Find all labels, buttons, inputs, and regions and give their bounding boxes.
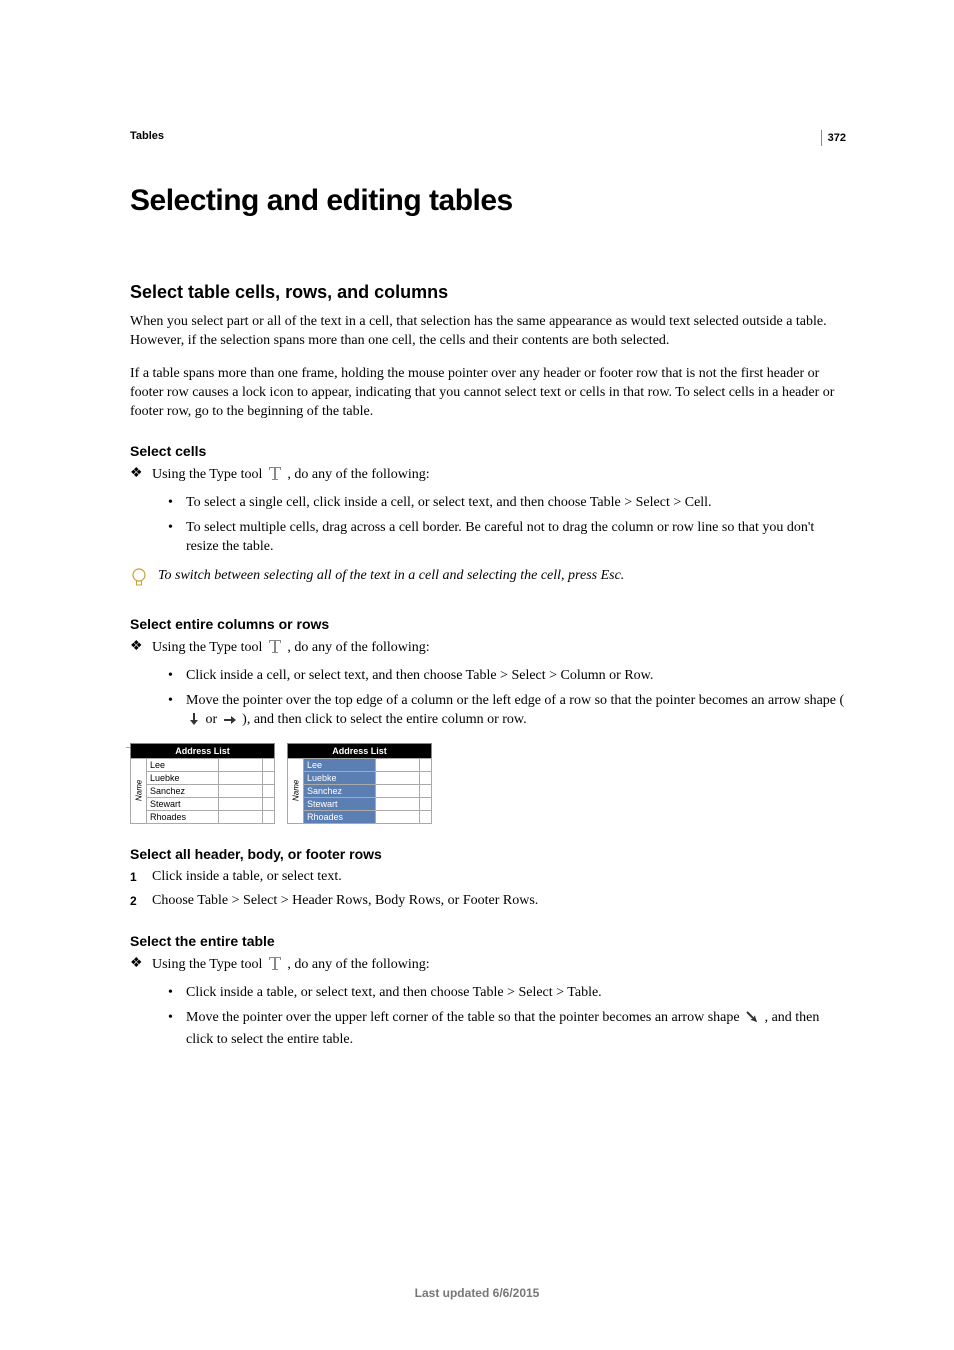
bullet-text: Click inside a table, or select text, an… — [186, 984, 602, 1003]
bullet-item: • Move the pointer over the upper left c… — [130, 1009, 846, 1050]
bullet-text-pre: Move the pointer over the top edge of a … — [186, 693, 844, 708]
step-lead: ❖ Using the Type tool , do any of the fo… — [130, 465, 846, 488]
sample-table-title: Address List — [288, 743, 432, 758]
arrow-down-icon — [188, 712, 200, 733]
numbered-step: 1 Click inside a table, or select text. — [130, 868, 846, 887]
intro-paragraph-1: When you select part or all of the text … — [130, 313, 846, 351]
diamond-marker-icon: ❖ — [130, 955, 152, 978]
section-heading: Select table cells, rows, and columns — [130, 282, 846, 303]
intro-paragraph-2: If a table spans more than one frame, ho… — [130, 365, 846, 422]
bullet-icon: • — [168, 1009, 186, 1050]
step-text: Click inside a table, or select text. — [152, 868, 342, 887]
bullet-item: • Click inside a cell, or select text, a… — [130, 667, 846, 686]
page-footer: Last updated 6/6/2015 — [0, 1286, 954, 1300]
bullet-icon: • — [168, 494, 186, 513]
bullet-item: • To select multiple cells, drag across … — [130, 519, 846, 557]
lead-text-pre: Using the Type tool — [152, 640, 266, 655]
page-number: 372 — [821, 130, 846, 146]
step-lead: ❖ Using the Type tool , do any of the fo… — [130, 638, 846, 661]
bullet-text-mid: or — [206, 712, 221, 727]
step-number: 1 — [130, 868, 152, 887]
bullet-item: • Click inside a table, or select text, … — [130, 984, 846, 1003]
subsection-select-cols-rows: Select entire columns or rows — [130, 616, 846, 632]
lead-text-pre: Using the Type tool — [152, 467, 266, 482]
bullet-text-post: ), and then click to select the entire c… — [242, 712, 526, 727]
sample-table-after: Address List NameLee Luebke Sanchez Stew… — [287, 743, 432, 824]
arrow-diagonal-icon — [745, 1010, 759, 1031]
bullet-text: To select multiple cells, drag across a … — [186, 519, 846, 557]
subsection-select-cells: Select cells — [130, 443, 846, 459]
page-title: Selecting and editing tables — [130, 184, 846, 218]
sample-cell: Lee — [304, 758, 376, 771]
arrow-right-icon — [223, 714, 237, 733]
sample-cell: Stewart — [147, 797, 219, 810]
bullet-text: Click inside a cell, or select text, and… — [186, 667, 653, 686]
diamond-marker-icon: ❖ — [130, 465, 152, 488]
bullet-text: To select a single cell, click inside a … — [186, 494, 712, 513]
bullet-icon: • — [168, 984, 186, 1003]
sample-cell: Sanchez — [147, 784, 219, 797]
lightbulb-icon — [130, 567, 158, 594]
sample-table-row-label: Name — [288, 758, 304, 823]
step-lead: ❖ Using the Type tool , do any of the fo… — [130, 955, 846, 978]
sample-cell: Rhoades — [304, 810, 376, 823]
subsection-select-entire-table: Select the entire table — [130, 933, 846, 949]
figure-select-column-row: → Address List NameLee Luebke Sanchez St… — [130, 743, 846, 824]
sample-cell: Luebke — [147, 771, 219, 784]
sample-cell: Lee — [147, 758, 219, 771]
tip: To switch between selecting all of the t… — [130, 567, 846, 594]
sample-cell: Sanchez — [304, 784, 376, 797]
tip-text: To switch between selecting all of the t… — [158, 567, 624, 586]
subsection-select-header-body-footer: Select all header, body, or footer rows — [130, 846, 846, 862]
type-tool-icon — [268, 638, 282, 661]
lead-text-post: , do any of the following: — [287, 467, 429, 482]
bullet-item: • To select a single cell, click inside … — [130, 494, 846, 513]
sample-cell: Luebke — [304, 771, 376, 784]
diamond-marker-icon: ❖ — [130, 638, 152, 661]
bullet-icon: • — [168, 519, 186, 557]
sample-cell: Rhoades — [147, 810, 219, 823]
numbered-step: 2 Choose Table > Select > Header Rows, B… — [130, 892, 846, 911]
type-tool-icon — [268, 955, 282, 978]
step-number: 2 — [130, 892, 152, 911]
sample-cell: Stewart — [304, 797, 376, 810]
step-text: Choose Table > Select > Header Rows, Bod… — [152, 892, 538, 911]
bullet-icon: • — [168, 667, 186, 686]
bullet-item: • Move the pointer over the top edge of … — [130, 692, 846, 733]
lead-text-post: , do any of the following: — [287, 640, 429, 655]
lead-text-post: , do any of the following: — [287, 957, 429, 972]
lead-text-pre: Using the Type tool — [152, 957, 266, 972]
type-tool-icon — [268, 465, 282, 488]
bullet-icon: • — [168, 692, 186, 733]
bullet-text-pre: Move the pointer over the upper left cor… — [186, 1010, 743, 1025]
sample-table-row-label: Name — [131, 758, 147, 823]
sample-table-before: Address List NameLee Luebke Sanchez Stew… — [130, 743, 275, 824]
breadcrumb: Tables — [130, 130, 846, 142]
sample-table-title: Address List — [131, 743, 275, 758]
